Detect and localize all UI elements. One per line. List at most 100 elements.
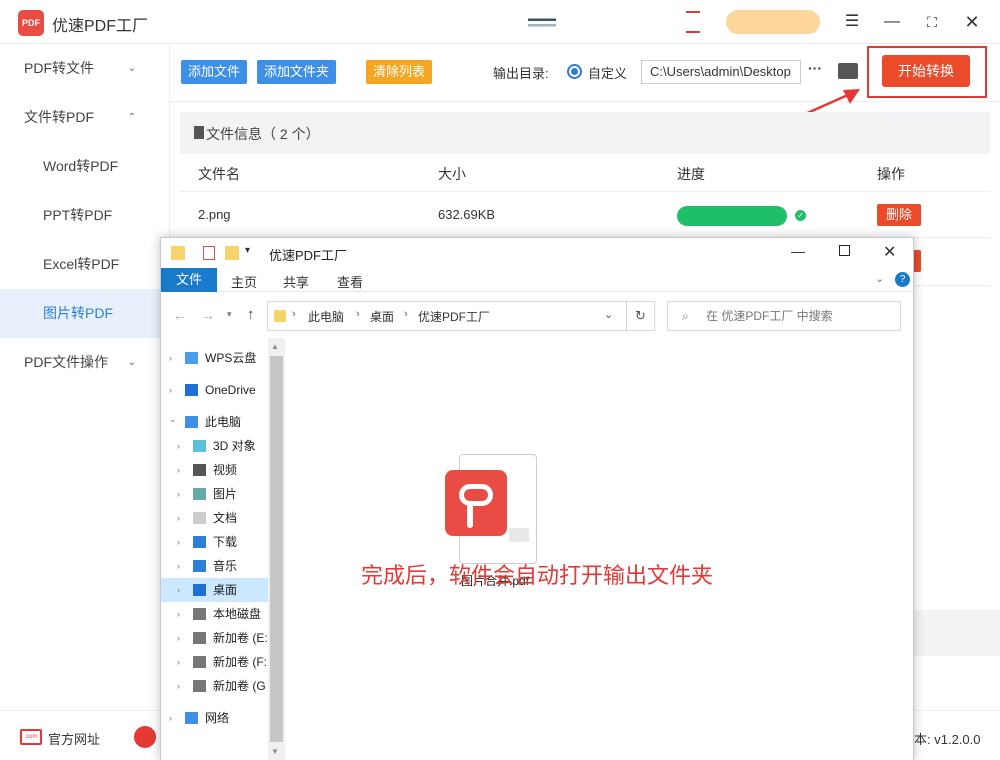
nav-item-downloads[interactable]: › 下载 xyxy=(161,530,268,554)
close-icon[interactable]: ✕ xyxy=(883,242,896,262)
chevron-down-icon[interactable]: ⌄ xyxy=(169,410,177,431)
promo-badge[interactable] xyxy=(726,10,820,34)
video-icon xyxy=(193,464,206,476)
nav-item-this-pc[interactable]: ⌄ 此电脑 xyxy=(161,410,268,434)
properties-icon[interactable] xyxy=(203,246,215,260)
version-text: 本: v1.2.0.0 xyxy=(914,732,981,747)
delete-button[interactable]: 删除 xyxy=(877,204,921,226)
scroll-up-icon[interactable]: ▲ xyxy=(271,342,279,351)
folder-icon[interactable] xyxy=(838,63,858,79)
chevron-right-icon[interactable]: › xyxy=(169,346,172,370)
sidebar-item-pdf-to-file[interactable]: PDF转文件 ⌄ xyxy=(0,44,170,93)
nav-item-music[interactable]: › 音乐 xyxy=(161,554,268,578)
chevron-right-icon[interactable]: › xyxy=(177,458,180,482)
back-icon[interactable]: ← xyxy=(173,307,187,323)
breadcrumb-item[interactable]: 桌面 xyxy=(370,308,394,325)
chevron-right-icon[interactable]: › xyxy=(177,578,180,602)
sidebar-item-label: PDF文件操作 xyxy=(24,354,108,370)
tab-share[interactable]: 共享 xyxy=(283,272,309,291)
nav-item-network[interactable]: › 网络 xyxy=(161,706,268,730)
chevron-right-icon[interactable]: › xyxy=(177,506,180,530)
breadcrumb-item[interactable]: 此电脑 xyxy=(308,308,344,325)
ribbon: 文件 主页 共享 查看 ⌄ ? xyxy=(161,268,913,292)
sidebar-item-file-to-pdf[interactable]: 文件转PDF ⌃ xyxy=(0,93,170,142)
up-icon[interactable]: ↑ xyxy=(247,306,255,323)
nav-item-volume-e[interactable]: › 新加卷 (E: xyxy=(161,626,268,650)
forward-icon[interactable]: → xyxy=(201,307,215,323)
sidebar-item-word-to-pdf[interactable]: Word转PDF xyxy=(0,142,170,191)
close-icon[interactable]: ✕ xyxy=(960,10,984,34)
nav-item-label: 新加卷 (F: xyxy=(213,655,267,669)
column-header-name: 文件名 xyxy=(198,166,240,182)
chevron-right-icon[interactable]: › xyxy=(169,706,172,730)
document-icon xyxy=(193,512,206,524)
nav-item-documents[interactable]: › 文档 xyxy=(161,506,268,530)
service-icon[interactable] xyxy=(134,726,156,748)
official-site-link[interactable]: 官方网址 xyxy=(48,729,100,748)
menu-icon[interactable]: ☰ xyxy=(840,10,864,34)
chevron-right-icon[interactable]: › xyxy=(177,434,180,458)
web-icon: .com xyxy=(20,729,42,745)
recent-dropdown-icon[interactable]: ▾ xyxy=(227,309,232,320)
search-input[interactable]: ⌕ 在 优速PDF工厂 中搜索 xyxy=(667,301,901,331)
chevron-right-icon[interactable]: › xyxy=(177,626,180,650)
chevron-right-icon[interactable]: › xyxy=(177,650,180,674)
nav-item-label: WPS云盘 xyxy=(205,351,257,365)
nav-item-desktop[interactable]: › 桌面 xyxy=(161,578,268,602)
chevron-right-icon[interactable]: › xyxy=(177,554,180,578)
minimize-icon[interactable]: — xyxy=(880,10,904,34)
breadcrumb-item[interactable]: 优速PDF工厂 xyxy=(418,308,490,325)
nav-item-volume-f[interactable]: › 新加卷 (F: xyxy=(161,650,268,674)
more-button[interactable]: ··· xyxy=(808,60,822,76)
disk-icon xyxy=(193,632,206,644)
nav-item-label: OneDrive xyxy=(205,383,256,397)
custom-radio[interactable] xyxy=(567,64,582,79)
quick-access-dropdown-icon[interactable]: ▾ xyxy=(245,245,250,256)
nav-item-volume-g[interactable]: › 新加卷 (G xyxy=(161,674,268,698)
app-title: 优速PDF工厂 xyxy=(52,18,149,35)
disk-icon xyxy=(193,608,206,620)
pdf-file-icon[interactable] xyxy=(439,448,539,568)
chevron-down-icon[interactable]: ⌄ xyxy=(875,272,884,285)
maximize-icon[interactable] xyxy=(839,245,850,256)
file-info-title: 文件信息（ 2 个） xyxy=(206,126,320,142)
nav-item-3d-objects[interactable]: › 3D 对象 xyxy=(161,434,268,458)
disk-icon xyxy=(193,680,206,692)
clear-list-button[interactable]: 清除列表 xyxy=(366,60,433,84)
add-folder-button[interactable]: 添加文件夹 xyxy=(257,60,337,84)
nav-item-local-disk[interactable]: › 本地磁盘 xyxy=(161,602,268,626)
maximize-icon[interactable]: ⛶ xyxy=(920,10,944,34)
annotation-text: 完成后，软件会自动打开输出文件夹 xyxy=(360,563,713,588)
chevron-right-icon[interactable]: › xyxy=(177,602,180,626)
nav-item-wps-cloud[interactable]: › WPS云盘 xyxy=(161,346,268,370)
nav-item-onedrive[interactable]: › OneDrive xyxy=(161,378,268,402)
help-icon[interactable]: ? xyxy=(895,272,910,287)
sidebar: PDF转文件 ⌄ 文件转PDF ⌃ Word转PDF PPT转PDF Excel… xyxy=(0,44,170,710)
nav-item-videos[interactable]: › 视频 xyxy=(161,458,268,482)
sidebar-item-image-to-pdf[interactable]: 图片转PDF xyxy=(0,289,170,338)
tab-home[interactable]: 主页 xyxy=(231,272,257,291)
nav-item-pictures[interactable]: › 图片 xyxy=(161,482,268,506)
sidebar-item-label: PDF转文件 xyxy=(24,60,94,76)
desktop-icon xyxy=(193,584,206,596)
tab-view[interactable]: 查看 xyxy=(337,272,363,291)
scroll-down-icon[interactable]: ▼ xyxy=(271,747,279,756)
minimize-icon[interactable]: — xyxy=(791,243,805,259)
add-file-button[interactable]: 添加文件 xyxy=(181,60,248,84)
sidebar-item-pdf-operations[interactable]: PDF文件操作 ⌄ xyxy=(0,338,170,387)
refresh-icon[interactable]: ↻ xyxy=(626,302,654,330)
chevron-right-icon[interactable]: › xyxy=(177,530,180,554)
chevron-right-icon[interactable]: › xyxy=(169,378,172,402)
picture-icon xyxy=(193,488,206,500)
address-bar[interactable]: › 此电脑 › 桌面 › 优速PDF工厂 ⌄ ↻ xyxy=(267,301,655,331)
tab-file[interactable]: 文件 xyxy=(161,268,217,292)
start-convert-button[interactable]: 开始转换 xyxy=(882,55,970,87)
chevron-right-icon[interactable]: › xyxy=(177,674,180,698)
folder-icon[interactable] xyxy=(225,246,239,260)
progress-fill xyxy=(677,206,787,226)
chevron-right-icon[interactable]: › xyxy=(177,482,180,506)
scrollbar-thumb[interactable] xyxy=(270,356,283,742)
sidebar-item-excel-to-pdf[interactable]: Excel转PDF xyxy=(0,240,170,289)
sidebar-item-ppt-to-pdf[interactable]: PPT转PDF xyxy=(0,191,170,240)
chevron-down-icon[interactable]: ⌄ xyxy=(604,308,613,321)
